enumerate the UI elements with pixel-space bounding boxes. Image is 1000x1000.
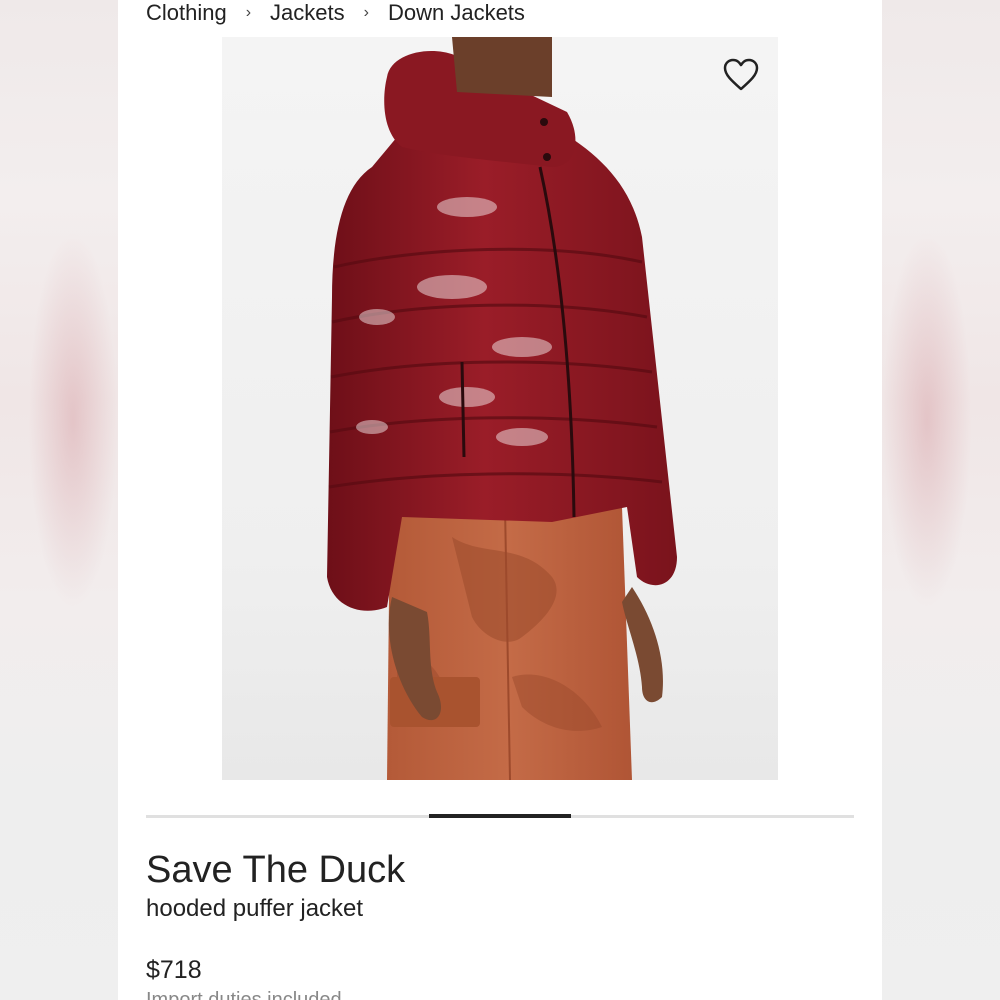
breadcrumb-separator-icon: › [245,4,252,21]
breadcrumb-item-clothing[interactable]: Clothing [146,0,227,26]
product-image[interactable] [222,37,778,780]
right-blurred-margin [882,0,1000,1000]
import-duties-note: Import duties included [146,989,342,1000]
wishlist-heart-icon[interactable] [722,57,760,93]
product-brand[interactable]: Save The Duck [146,848,405,892]
heart-outline-icon [723,58,759,91]
image-carousel-track[interactable] [146,814,854,818]
carousel-position-indicator [429,814,571,818]
breadcrumb-item-jackets[interactable]: Jackets [270,0,345,26]
product-photo-illustration [327,37,677,780]
product-price: $718 [146,956,202,984]
product-page: Clothing › Jackets › Down Jackets Save T… [118,0,882,1000]
breadcrumb-separator-icon: › [363,4,369,21]
breadcrumb: Clothing › Jackets › Down Jackets [146,0,525,26]
breadcrumb-item-down-jackets[interactable]: Down Jackets [388,0,525,26]
left-blurred-margin [0,0,118,1000]
product-name: hooded puffer jacket [146,895,364,922]
